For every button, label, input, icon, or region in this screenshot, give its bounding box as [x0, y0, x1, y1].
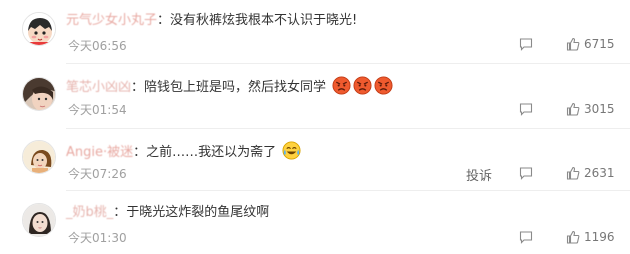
avatar[interactable] [22, 12, 56, 46]
comment-username[interactable]: Angie·被迷 [66, 145, 133, 160]
comment-item: _奶b桃_：于晓光这炸裂的鱼尾纹啊 今天01:30 1196 [0, 192, 630, 254]
angry-face-emoji [332, 76, 351, 95]
comment-text: 于晓光这炸裂的鱼尾纹啊 [126, 205, 270, 220]
comment-username[interactable]: 笔芯小凶凶 [66, 80, 131, 95]
divider [66, 128, 630, 129]
comment-text: 陪钱包上班是吗，然后找女同学 [144, 80, 327, 95]
comment-time: 今天07:26 [68, 167, 127, 181]
comment-line: Angie·被迷：之前……我还以为斋了 [66, 141, 301, 162]
report-button[interactable]: 投诉 [466, 165, 492, 184]
comment-time: 今天01:54 [68, 103, 127, 117]
like-button[interactable]: 3015 [566, 102, 615, 116]
thumb-up-icon [566, 166, 580, 180]
comment-line: _奶b桃_：于晓光这炸裂的鱼尾纹啊 [66, 204, 269, 222]
thumb-up-icon [566, 230, 580, 244]
comment-time: 今天01:30 [68, 231, 127, 245]
comment-username[interactable]: 元气少女小丸子 [66, 13, 157, 28]
thumb-up-icon [566, 37, 580, 51]
avatar[interactable] [22, 77, 56, 111]
comment-button[interactable] [519, 102, 533, 116]
comment-icon [519, 103, 533, 116]
laugh-cry-emoji [282, 141, 301, 160]
like-count: 3015 [584, 102, 615, 116]
like-button[interactable]: 6715 [566, 37, 615, 51]
comment-line: 笔芯小凶凶：陪钱包上班是吗，然后找女同学 [66, 76, 393, 97]
comment-line: 元气少女小丸子：没有秋裤炫我根本不认识于晓光! [66, 12, 357, 30]
like-count: 2631 [584, 166, 615, 180]
comment-item: 元气少女小丸子：没有秋裤炫我根本不认识于晓光! 今天06:56 6715 [0, 0, 630, 62]
angry-face-emoji [353, 76, 372, 95]
avatar[interactable] [22, 203, 56, 237]
like-count: 6715 [584, 37, 615, 51]
comment-list: 元气少女小丸子：没有秋裤炫我根本不认识于晓光! 今天06:56 6715 笔芯小… [0, 0, 630, 249]
thumb-up-icon [566, 102, 580, 116]
angry-face-emoji [374, 76, 393, 95]
comment-button[interactable] [519, 230, 533, 244]
comment-time: 今天06:56 [68, 39, 127, 53]
divider [66, 190, 630, 191]
like-count: 1196 [584, 230, 615, 244]
comment-separator: ： [113, 205, 127, 220]
like-button[interactable]: 2631 [566, 166, 615, 180]
comment-username[interactable]: _奶b桃_ [66, 205, 113, 220]
comment-text: 之前……我还以为斋了 [146, 145, 277, 160]
comment-button[interactable] [519, 166, 533, 180]
comment-text: 没有秋裤炫我根本不认识于晓光! [170, 13, 358, 28]
like-button[interactable]: 1196 [566, 230, 615, 244]
comment-icon [519, 167, 533, 180]
comment-button[interactable] [519, 37, 533, 51]
comment-item: Angie·被迷：之前……我还以为斋了 今天07:26 投诉 2631 [0, 130, 630, 192]
comment-icon [519, 38, 533, 51]
comment-separator: ： [133, 145, 147, 160]
comment-separator: ： [131, 80, 145, 95]
comment-icon [519, 231, 533, 244]
comment-separator: ： [157, 13, 171, 28]
avatar[interactable] [22, 140, 56, 174]
comment-item: 笔芯小凶凶：陪钱包上班是吗，然后找女同学 今天01:54 3015 [0, 64, 630, 126]
